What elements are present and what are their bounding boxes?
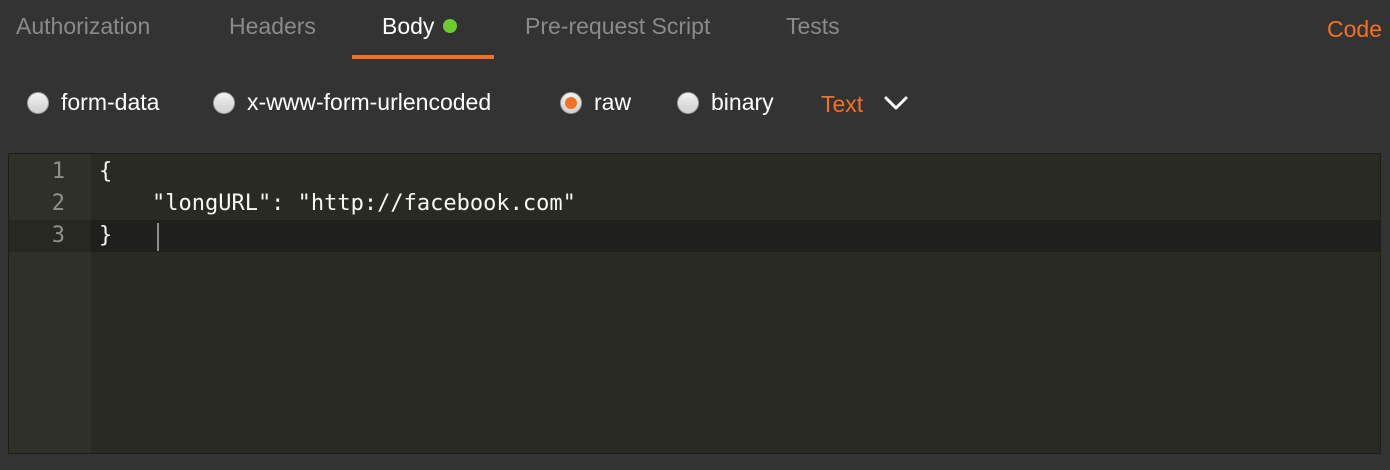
tab-pre-request-script[interactable]: Pre-request Script <box>525 0 710 60</box>
chevron-down-icon <box>884 96 908 109</box>
radio-binary[interactable]: binary <box>677 75 774 130</box>
active-tab-underline <box>352 55 494 59</box>
radio-button[interactable] <box>213 91 235 114</box>
radio-label: form-data <box>61 89 160 115</box>
request-body-panel: Authorization Headers Body Pre-request S… <box>0 0 1390 470</box>
tab-label: Body <box>382 13 435 39</box>
radio-raw[interactable]: raw <box>560 75 631 130</box>
radio-label: x-www-form-urlencoded <box>247 89 492 115</box>
radio-button[interactable] <box>677 91 699 114</box>
radio-button-selected[interactable] <box>560 91 582 114</box>
editor-line[interactable]: 1 { <box>9 156 1380 188</box>
line-code[interactable]: { <box>99 156 112 188</box>
tab-tests[interactable]: Tests <box>786 0 840 60</box>
line-number: 3 <box>9 220 91 252</box>
raw-type-dropdown[interactable]: Text <box>821 75 909 130</box>
radio-label: raw <box>594 89 632 115</box>
text-cursor <box>157 223 159 251</box>
editor-line-active[interactable]: 3 } <box>9 220 1380 252</box>
radio-button[interactable] <box>27 91 49 114</box>
line-number: 1 <box>51 159 65 184</box>
tab-headers[interactable]: Headers <box>229 0 316 60</box>
line-code[interactable]: } <box>99 220 112 252</box>
tab-label: Tests <box>786 13 840 39</box>
tab-label: Headers <box>229 13 316 39</box>
tab-body[interactable]: Body <box>382 0 458 60</box>
active-indicator-dot <box>443 19 458 33</box>
request-tabs: Authorization Headers Body Pre-request S… <box>0 0 1390 60</box>
code-link[interactable]: Code <box>1327 0 1382 60</box>
radio-x-www-form-urlencoded[interactable]: x-www-form-urlencoded <box>213 75 491 130</box>
tab-authorization[interactable]: Authorization <box>16 0 150 60</box>
tab-label: Authorization <box>16 13 151 39</box>
tab-label: Pre-request Script <box>525 13 711 39</box>
editor-line[interactable]: 2 "longURL": "http://facebook.com" <box>9 188 1380 220</box>
raw-type-value: Text <box>821 90 864 117</box>
line-number: 2 <box>51 191 65 216</box>
code-editor[interactable]: 1 { 2 "longURL": "http://facebook.com" 3… <box>8 153 1381 454</box>
body-type-selector: form-data x-www-form-urlencoded raw bina… <box>0 75 1390 130</box>
radio-label: binary <box>711 89 774 115</box>
radio-form-data[interactable]: form-data <box>27 75 159 130</box>
line-code[interactable]: "longURL": "http://facebook.com" <box>99 188 576 220</box>
